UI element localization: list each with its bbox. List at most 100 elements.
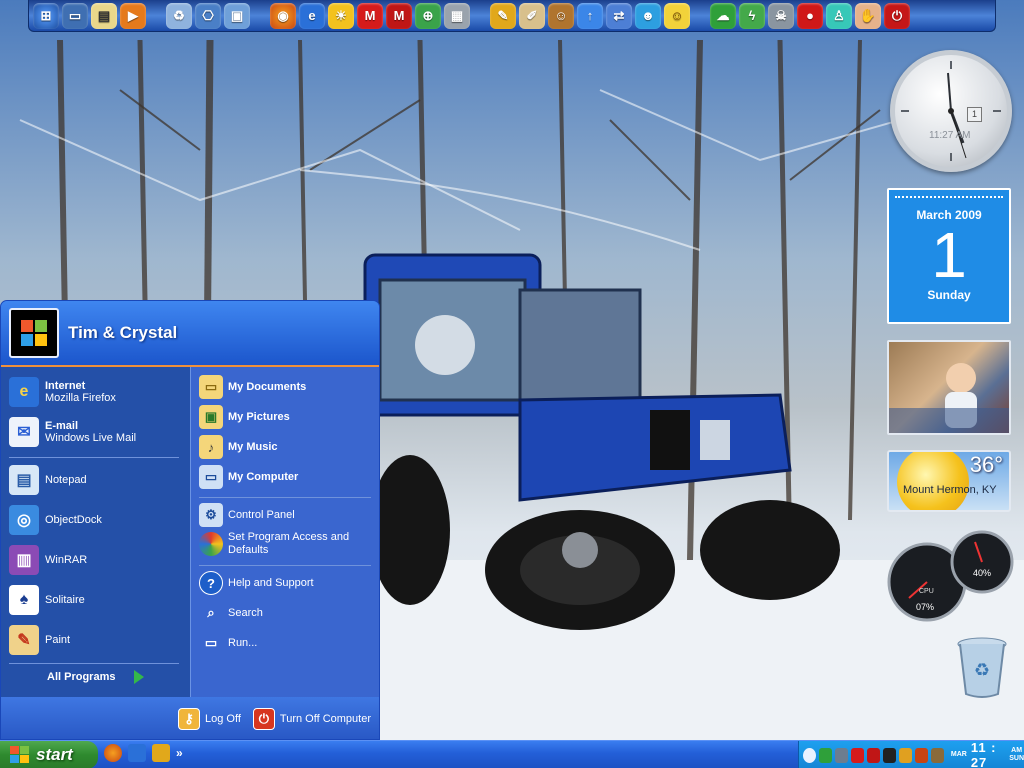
paint-tray-icon[interactable] — [914, 747, 928, 763]
start-menu: Tim & Crystal e Internet Mozilla Firefox… — [0, 300, 380, 740]
messenger-icon[interactable]: ☻ — [635, 2, 661, 29]
help-and-support-label: Help and Support — [228, 576, 314, 589]
place-my-music[interactable]: ♪ My Music — [199, 435, 278, 459]
user-icon[interactable]: ♙ — [826, 2, 852, 29]
app-tray-icon[interactable] — [930, 747, 944, 763]
recent-solitaire[interactable]: ♠ Solitaire — [9, 585, 85, 615]
set-program-access-label: Set Program Access and Defaults — [228, 531, 350, 556]
calendar-day-number: 1 — [931, 219, 967, 291]
tray-expand-icon[interactable] — [803, 747, 816, 763]
place-my-documents-label: My Documents — [228, 380, 307, 393]
recent-winrar[interactable]: ▥ WinRAR — [9, 545, 87, 575]
lightning-icon[interactable]: ϟ — [739, 2, 765, 29]
search-label: Search — [228, 606, 263, 619]
pictures-icon: ▣ — [199, 405, 223, 429]
recent-objectdock[interactable]: ◎ ObjectDock — [9, 505, 102, 535]
place-my-computer[interactable]: ▭ My Computer — [199, 465, 298, 489]
volume-tray-icon[interactable] — [834, 747, 848, 763]
mail-icon: ✉ — [9, 417, 39, 447]
skull-icon[interactable]: ☠ — [768, 2, 794, 29]
paint-icon: ✎ — [9, 625, 39, 655]
search[interactable]: ⌕ Search — [199, 601, 263, 625]
start-menu-right-pane: ▭ My Documents ▣ My Pictures ♪ My Music … — [190, 367, 379, 697]
clock-gadget: 1 11:27 AM — [890, 50, 1012, 172]
set-program-access[interactable]: Set Program Access and Defaults — [199, 531, 358, 557]
tray-date-stack: MAR — [951, 751, 967, 759]
window-icon[interactable]: ▣ — [224, 2, 250, 29]
battery-tray-icon[interactable] — [882, 747, 896, 763]
place-my-pictures[interactable]: ▣ My Pictures — [199, 405, 290, 429]
calendar-rings — [895, 190, 1003, 198]
winrar-icon: ▥ — [9, 545, 39, 575]
sun-weather-icon[interactable]: ☀ — [328, 2, 354, 29]
documents-folder-icon[interactable]: ▤ — [91, 2, 117, 29]
disk-icon[interactable]: ▦ — [444, 2, 470, 29]
shield-tray-icon[interactable] — [898, 747, 912, 763]
start-menu-left-pane: e Internet Mozilla Firefox ✉ E-mail Wind… — [1, 367, 190, 697]
turn-off-button[interactable]: ⏻ Turn Off Computer — [252, 708, 371, 730]
internet-explorer-icon[interactable] — [128, 744, 146, 762]
pokeball-icon[interactable]: ● — [797, 2, 823, 29]
recent-paint[interactable]: ✎ Paint — [9, 625, 70, 655]
tray-month: MAR — [950, 751, 967, 758]
tray-time: 11 : 27 — [970, 740, 997, 768]
recent-notepad-label: Notepad — [45, 474, 87, 486]
recycle-bin-desktop-icon[interactable]: ♻ — [954, 634, 1010, 700]
start-button[interactable]: start — [0, 741, 98, 768]
user-avatar[interactable] — [9, 308, 59, 358]
start-label: start — [36, 745, 73, 764]
tools-icon[interactable] — [152, 744, 170, 762]
log-off-button[interactable]: ⚷ Log Off — [178, 708, 241, 730]
clock-time-text: 11:27 AM — [929, 130, 971, 141]
mcafee-tray-icon[interactable] — [850, 747, 864, 763]
mt-app-icon[interactable]: M — [386, 2, 412, 29]
place-my-documents[interactable]: ▭ My Documents — [199, 375, 306, 399]
recycle-bin-icon[interactable]: ♻ — [166, 2, 192, 29]
all-programs-button[interactable]: All Programs — [47, 669, 145, 685]
pinned-internet-title: Internet — [45, 380, 86, 392]
windows-logo-icon[interactable]: ⊞ — [33, 2, 59, 29]
place-my-computer-label: My Computer — [228, 470, 299, 483]
upload-arrow-icon[interactable]: ↑ — [577, 2, 603, 29]
pinned-email-subtitle: Windows Live Mail — [45, 432, 137, 444]
recent-notepad[interactable]: ▤ Notepad — [9, 465, 87, 495]
log-off-label: Log Off — [205, 713, 241, 725]
right-separator-1 — [199, 497, 371, 498]
network-icon[interactable]: ⎔ — [195, 2, 221, 29]
mcafee-icon[interactable]: M — [357, 2, 383, 29]
internet-explorer-icon[interactable]: e — [299, 2, 325, 29]
taskbar: start » MAR 11 : 27 AM SUN — [0, 740, 1024, 768]
mt-tray-icon[interactable] — [866, 747, 880, 763]
left-separator-bottom — [9, 663, 179, 664]
calendar-weekday: Sunday — [927, 288, 971, 302]
pinned-internet[interactable]: e Internet Mozilla Firefox — [9, 377, 116, 407]
power-icon[interactable]: ⏻ — [884, 2, 910, 29]
tray-clock[interactable]: MAR 11 : 27 AM SUN — [951, 740, 1024, 768]
tools-icon[interactable]: ✎ — [490, 2, 516, 29]
media-player-icon[interactable]: ▶ — [120, 2, 146, 29]
firefox-icon[interactable] — [104, 744, 122, 762]
smiley-icon[interactable]: ☺ — [664, 2, 690, 29]
chat-icon[interactable]: ☁ — [710, 2, 736, 29]
quick-launch: » — [104, 744, 183, 762]
weather-temperature: 36° — [969, 452, 1003, 477]
pinned-email[interactable]: ✉ E-mail Windows Live Mail — [9, 417, 136, 447]
run[interactable]: ▭ Run... — [199, 631, 258, 655]
recent-solitaire-label: Solitaire — [45, 594, 85, 606]
paint-icon[interactable]: ✐ — [519, 2, 545, 29]
monkey-icon[interactable]: ☺ — [548, 2, 574, 29]
control-panel[interactable]: ⚙ Control Panel — [199, 503, 295, 527]
hand-icon[interactable]: ✋ — [855, 2, 881, 29]
firefox-icon[interactable]: ◉ — [270, 2, 296, 29]
folder-icon: ▭ — [199, 375, 223, 399]
right-separator-2 — [199, 565, 371, 566]
pinned-internet-subtitle: Mozilla Firefox — [45, 392, 116, 404]
sync-icon[interactable]: ⇄ — [606, 2, 632, 29]
key-icon: ⚷ — [178, 708, 201, 730]
network-tray-icon[interactable] — [818, 747, 832, 763]
globe-icon[interactable]: ⊕ — [415, 2, 441, 29]
run-label: Run... — [228, 636, 258, 649]
quick-launch-chevron[interactable]: » — [176, 746, 183, 760]
help-and-support[interactable]: ? Help and Support — [199, 571, 314, 595]
my-computer-icon[interactable]: ▭ — [62, 2, 88, 29]
